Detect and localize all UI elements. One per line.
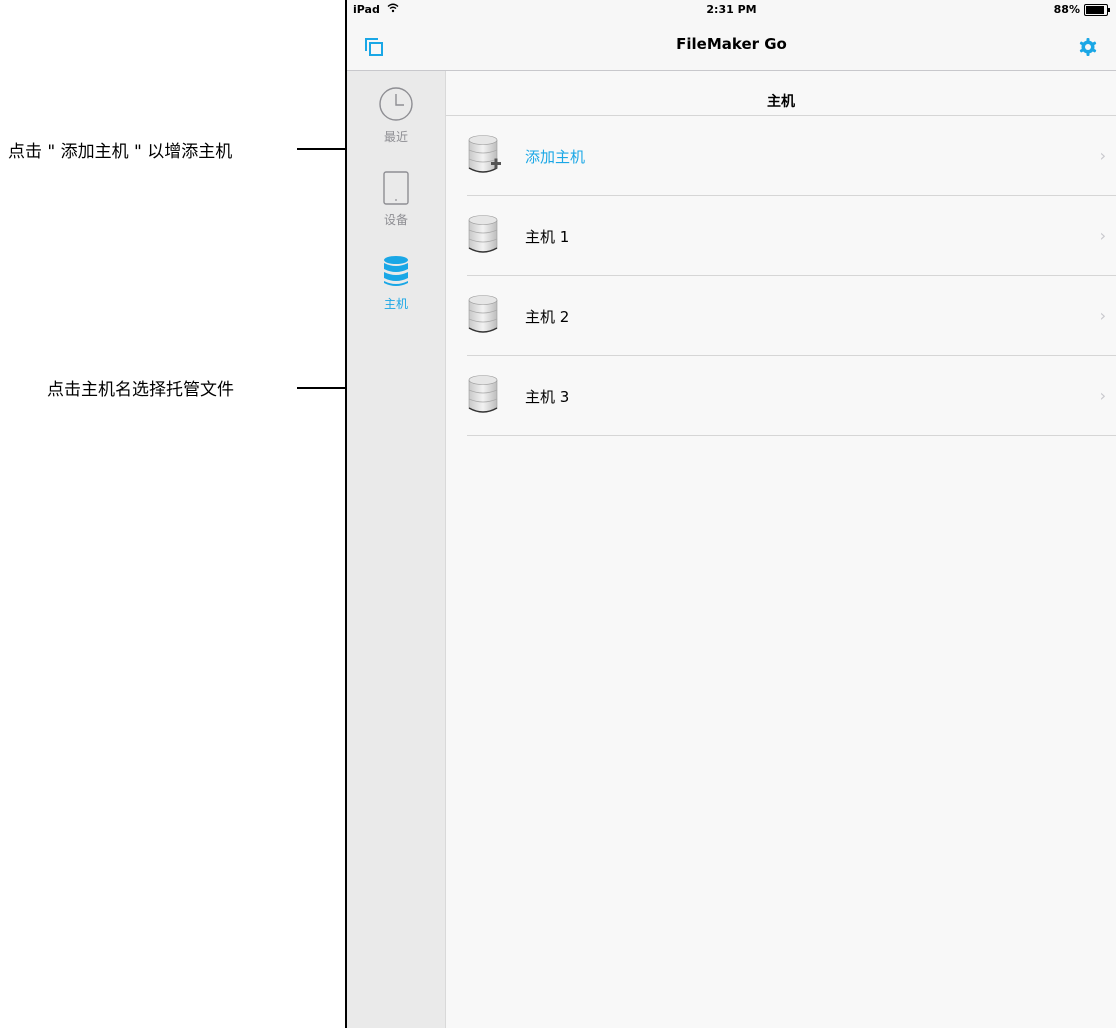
add-host-label: 添加主机 <box>525 148 586 166</box>
callout-add-host: 点击 " 添加主机 " 以增添主机 <box>8 142 233 162</box>
gear-icon[interactable] <box>1078 37 1098 57</box>
database-icon <box>468 295 498 333</box>
nav-bar: FileMaker Go <box>347 20 1116 71</box>
tab-recent-label: 最近 <box>383 130 408 144</box>
host-row-3[interactable]: 主机 3 › <box>467 356 1116 436</box>
database-icon <box>468 375 498 413</box>
ipad-icon <box>383 171 409 205</box>
battery-icon <box>1084 3 1110 16</box>
host-row-2[interactable]: 主机 2 › <box>467 276 1116 356</box>
status-bar: iPad 2:31 PM 88% <box>347 0 1116 20</box>
section-title: 主机 <box>767 94 795 110</box>
tab-device-label: 设备 <box>383 213 408 227</box>
host-label: 主机 1 <box>525 228 570 246</box>
clock-icon <box>379 87 413 121</box>
chevron-right-icon: › <box>1099 306 1106 325</box>
tab-recent[interactable]: 最近 <box>347 86 445 145</box>
callout-select-host: 点击主机名选择托管文件 <box>47 380 234 400</box>
tab-device[interactable]: 设备 <box>347 171 445 228</box>
status-battery: 88% <box>1053 3 1110 16</box>
battery-percent: 88% <box>1053 3 1080 16</box>
host-label: 主机 3 <box>525 388 570 406</box>
tab-hosts-label: 主机 <box>383 297 408 311</box>
section-header: 主机 <box>446 71 1116 116</box>
host-row-1[interactable]: 主机 1 › <box>467 196 1116 276</box>
chevron-right-icon: › <box>1099 226 1106 245</box>
database-icon <box>384 256 408 286</box>
ipad-screen: iPad 2:31 PM 88% FileMaker Go 最近 设备 主机 主… <box>345 0 1116 1028</box>
tab-hosts[interactable]: 主机 <box>347 255 445 312</box>
add-host-row[interactable]: 添加主机 › <box>467 116 1116 196</box>
sidebar: 最近 设备 主机 <box>347 71 446 1028</box>
host-label: 主机 2 <box>525 308 570 326</box>
chevron-right-icon: › <box>1099 386 1106 405</box>
database-icon <box>468 215 498 253</box>
app-title: FileMaker Go <box>676 35 787 53</box>
status-time: 2:31 PM <box>706 3 757 16</box>
database-add-icon <box>468 135 501 173</box>
chevron-right-icon: › <box>1099 146 1106 165</box>
main-panel: 主机 添加主机 › 主机 1 › 主机 2 › 主机 3 › <box>446 71 1116 1028</box>
